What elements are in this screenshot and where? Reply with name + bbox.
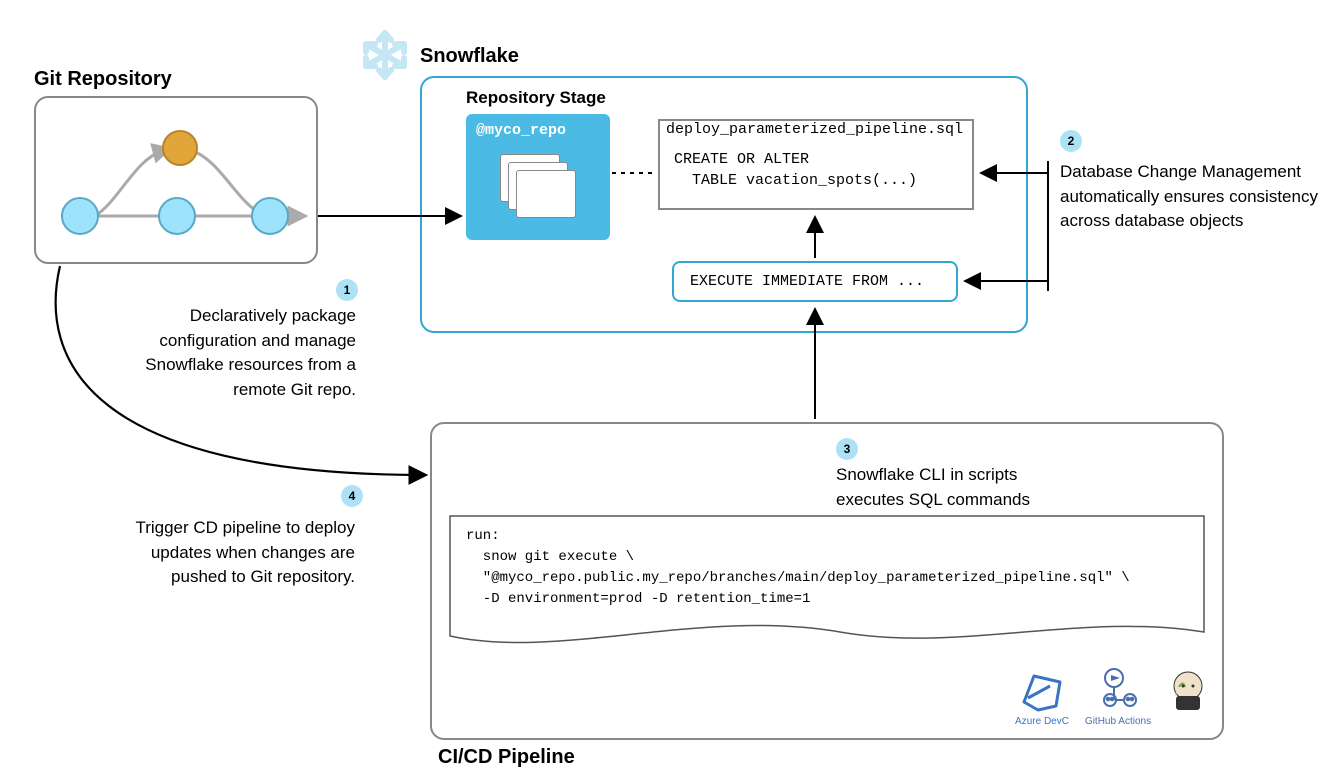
repo-stage-name: @myco_repo [476, 122, 566, 139]
cicd-title: CI/CD Pipeline [438, 746, 575, 769]
annotation-2: Database Change Management automatically… [1060, 160, 1320, 234]
git-repo-box [34, 96, 318, 264]
badge-4: 4 [341, 485, 363, 507]
repo-stage-block: @myco_repo [466, 114, 610, 240]
deploy-sql-body: CREATE OR ALTER TABLE vacation_spots(...… [660, 139, 972, 201]
repo-stage-title: Repository Stage [466, 88, 606, 108]
annotation-1: Declaratively package configuration and … [128, 304, 356, 403]
execute-immediate-box: EXECUTE IMMEDIATE FROM ... [672, 261, 958, 302]
deploy-sql-file: deploy_parameterized_pipeline.sql CREATE… [658, 137, 974, 210]
annotation-4: Trigger CD pipeline to deploy updates wh… [122, 516, 355, 590]
annotation-3: Snowflake CLI in scripts executes SQL co… [836, 463, 1066, 512]
github-actions-label: GitHub Actions [1078, 716, 1158, 727]
azure-devops-label: Azure DevC [1002, 716, 1082, 727]
badge-1: 1 [336, 279, 358, 301]
badge-3: 3 [836, 438, 858, 460]
diagram-canvas: Git Repository [0, 0, 1327, 770]
snowflake-title: Snowflake [420, 45, 519, 68]
badge-2: 2 [1060, 130, 1082, 152]
cicd-script-text: run: snow git execute \ "@myco_repo.publ… [466, 526, 1186, 610]
deploy-sql-filename: deploy_parameterized_pipeline.sql [658, 119, 974, 141]
git-repo-title: Git Repository [34, 68, 172, 91]
sheet-icon [516, 170, 576, 218]
